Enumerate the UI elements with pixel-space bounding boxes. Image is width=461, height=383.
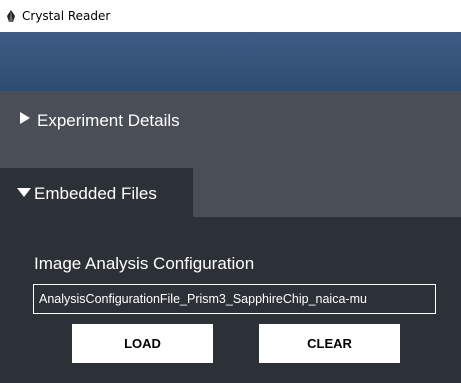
triangle-down-icon — [17, 188, 31, 197]
triangle-right-icon — [20, 112, 30, 124]
experiment-details-header[interactable]: Experiment Details — [0, 91, 461, 168]
image-analysis-config-label: Image Analysis Configuration — [34, 254, 255, 273]
window-titlebar: Crystal Reader — [0, 0, 461, 32]
embedded-files-label: Embedded Files — [34, 184, 157, 203]
window-title: Crystal Reader — [22, 9, 111, 23]
app-header-band — [0, 32, 461, 91]
load-button[interactable]: LOAD — [72, 324, 213, 363]
crystal-app-icon — [7, 10, 15, 22]
embedded-files-header[interactable]: Embedded Files — [0, 168, 193, 217]
tab-strip-background — [193, 168, 461, 217]
clear-button[interactable]: CLEAR — [259, 324, 400, 363]
config-file-field[interactable]: AnalysisConfigurationFile_Prism3_Sapphir… — [33, 284, 436, 314]
experiment-details-label: Experiment Details — [37, 111, 180, 130]
